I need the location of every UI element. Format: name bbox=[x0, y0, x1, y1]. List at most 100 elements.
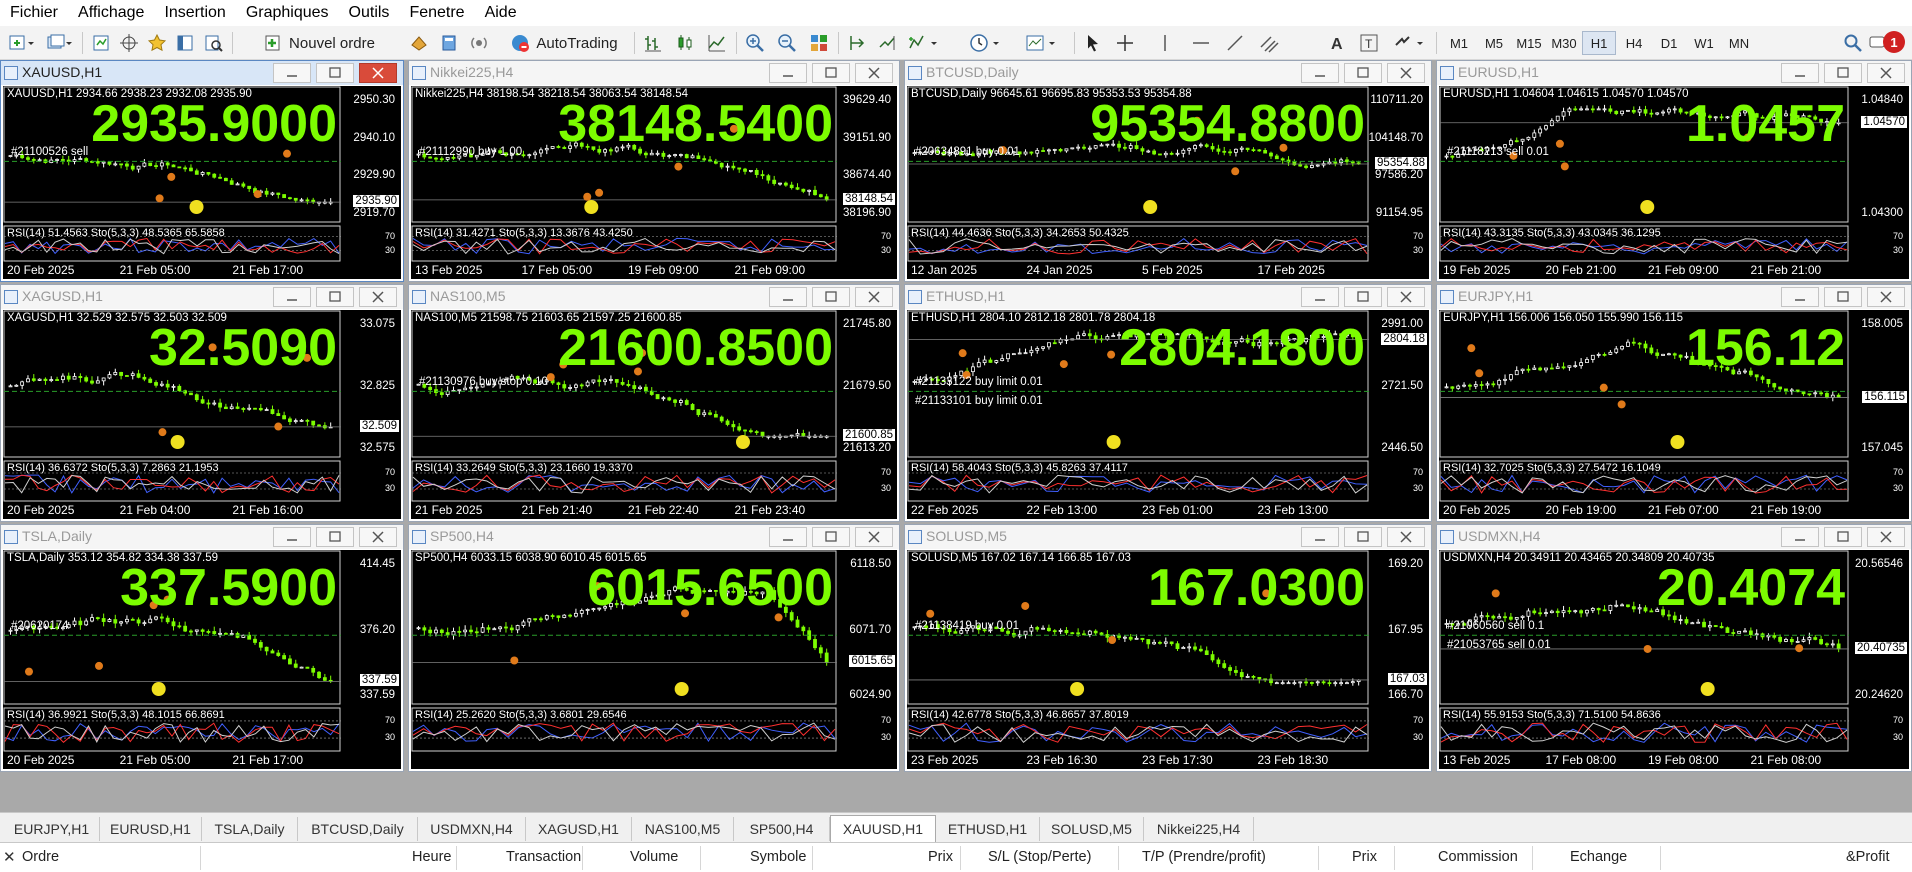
maximize-button[interactable] bbox=[812, 63, 850, 83]
terminal-column-header[interactable]: T/P (Prendre/profit) bbox=[1142, 849, 1266, 865]
close-terminal-icon[interactable]: ✕ bbox=[3, 848, 16, 866]
bar-chart-icon[interactable] bbox=[640, 30, 666, 56]
chart-window[interactable]: XAUUSD,H1 XAUUSD,H1 2934.66 2938.23 2932.… bbox=[0, 60, 404, 282]
minimize-button[interactable] bbox=[1301, 287, 1339, 307]
chart-canvas[interactable]: XAGUSD,H1 32.529 32.575 32.503 32.509 32.… bbox=[3, 310, 401, 519]
chart-canvas[interactable]: NAS100,M5 21598.75 21603.65 21597.25 216… bbox=[411, 310, 897, 519]
minimize-button[interactable] bbox=[1781, 63, 1819, 83]
chart-tab[interactable]: NAS100,M5 bbox=[632, 817, 734, 841]
periods-icon[interactable] bbox=[966, 30, 1006, 56]
maximize-button[interactable] bbox=[316, 63, 354, 83]
text-icon[interactable]: A bbox=[1324, 30, 1350, 56]
horizontal-line-icon[interactable] bbox=[1188, 30, 1214, 56]
zoom-in-icon[interactable] bbox=[742, 30, 768, 56]
maximize-button[interactable] bbox=[1824, 527, 1862, 547]
maximize-button[interactable] bbox=[1344, 287, 1382, 307]
tile-windows-icon[interactable] bbox=[806, 30, 832, 56]
timeframe-mn[interactable]: MN bbox=[1722, 31, 1756, 55]
timeframe-h4[interactable]: H4 bbox=[1617, 31, 1651, 55]
channel-icon[interactable] bbox=[1256, 30, 1282, 56]
autoscroll-icon[interactable] bbox=[874, 30, 900, 56]
chart-tab[interactable]: SP500,H4 bbox=[734, 817, 830, 841]
maximize-button[interactable] bbox=[1344, 527, 1382, 547]
chart-window[interactable]: SP500,H4 SP500,H4 6033.15 6038.90 6010.45… bbox=[408, 524, 900, 772]
timeframe-m5[interactable]: M5 bbox=[1477, 31, 1511, 55]
chart-tab[interactable]: ETHUSD,H1 bbox=[936, 817, 1040, 841]
minimize-button[interactable] bbox=[1301, 527, 1339, 547]
autotrading-button[interactable]: AutoTrading bbox=[506, 30, 622, 56]
close-button[interactable] bbox=[1387, 287, 1425, 307]
chart-tab[interactable]: EURUSD,H1 bbox=[100, 817, 202, 841]
chart-window[interactable]: USDMXN,H4 USDMXN,H4 20.34911 20.43465 20.… bbox=[1436, 524, 1912, 772]
timeframe-m30[interactable]: M30 bbox=[1547, 31, 1581, 55]
close-button[interactable] bbox=[855, 527, 893, 547]
chart-tab[interactable]: EURJPY,H1 bbox=[4, 817, 100, 841]
navigator-icon[interactable] bbox=[144, 30, 170, 56]
menu-charts[interactable]: Graphiques bbox=[236, 4, 339, 22]
chart-canvas[interactable]: SP500,H4 6033.15 6038.90 6010.45 6015.65… bbox=[411, 550, 897, 769]
terminal-column-header[interactable]: Prix bbox=[1352, 849, 1377, 865]
chart-window[interactable]: EURJPY,H1 EURJPY,H1 156.006 156.050 155.9… bbox=[1436, 284, 1912, 522]
maximize-button[interactable] bbox=[316, 527, 354, 547]
chart-canvas[interactable]: EURUSD,H1 1.04604 1.04615 1.04570 1.0457… bbox=[1439, 86, 1909, 279]
chart-canvas[interactable]: BTCUSD,Daily 96645.61 96695.83 95353.53 … bbox=[907, 86, 1429, 279]
terminal-column-header[interactable]: Volume bbox=[630, 849, 678, 865]
chart-tab[interactable]: Nikkei225,H4 bbox=[1144, 817, 1254, 841]
timeframe-m15[interactable]: M15 bbox=[1512, 31, 1546, 55]
chart-window[interactable]: SOLUSD,M5 SOLUSD,M5 167.02 167.14 166.85 … bbox=[904, 524, 1432, 772]
chart-canvas[interactable]: USDMXN,H4 20.34911 20.43465 20.34809 20.… bbox=[1439, 550, 1909, 769]
minimize-button[interactable] bbox=[769, 527, 807, 547]
search-icon[interactable] bbox=[1840, 30, 1866, 56]
terminal-column-header[interactable]: Prix bbox=[928, 849, 953, 865]
terminal-column-header[interactable]: S/L (Stop/Perte) bbox=[988, 849, 1091, 865]
close-button[interactable] bbox=[1867, 527, 1905, 547]
menu-tools[interactable]: Outils bbox=[339, 4, 400, 22]
close-button[interactable] bbox=[855, 63, 893, 83]
maximize-button[interactable] bbox=[812, 527, 850, 547]
minimize-button[interactable] bbox=[273, 63, 311, 83]
chart-canvas[interactable]: Nikkei225,H4 38198.54 38218.54 38063.54 … bbox=[411, 86, 897, 279]
timeframe-h1[interactable]: H1 bbox=[1582, 31, 1616, 55]
vertical-line-icon[interactable] bbox=[1152, 30, 1178, 56]
profiles-icon[interactable] bbox=[42, 30, 76, 56]
chart-canvas[interactable]: TSLA,Daily 353.12 354.82 334.38 337.59 33… bbox=[3, 550, 401, 769]
menu-insert[interactable]: Insertion bbox=[154, 4, 235, 22]
chart-window[interactable]: ETHUSD,H1 ETHUSD,H1 2804.10 2812.18 2801.… bbox=[904, 284, 1432, 522]
crosshair-icon[interactable] bbox=[1112, 30, 1138, 56]
maximize-button[interactable] bbox=[812, 287, 850, 307]
menu-view[interactable]: Affichage bbox=[68, 4, 154, 22]
close-button[interactable] bbox=[1867, 63, 1905, 83]
chart-canvas[interactable]: EURJPY,H1 156.006 156.050 155.990 156.11… bbox=[1439, 310, 1909, 519]
close-button[interactable] bbox=[855, 287, 893, 307]
strategy-tester-icon[interactable] bbox=[200, 30, 226, 56]
maximize-button[interactable] bbox=[1824, 63, 1862, 83]
book-icon[interactable] bbox=[436, 30, 462, 56]
chart-tab[interactable]: TSLA,Daily bbox=[202, 817, 298, 841]
chart-tab[interactable]: XAGUSD,H1 bbox=[526, 817, 632, 841]
signals-icon[interactable] bbox=[466, 30, 492, 56]
chart-canvas[interactable]: SOLUSD,M5 167.02 167.14 166.85 167.03 167… bbox=[907, 550, 1429, 769]
maximize-button[interactable] bbox=[1344, 63, 1382, 83]
close-button[interactable] bbox=[1387, 527, 1425, 547]
menu-help[interactable]: Aide bbox=[475, 4, 527, 22]
zoom-out-icon[interactable] bbox=[774, 30, 800, 56]
chart-window[interactable]: XAGUSD,H1 XAGUSD,H1 32.529 32.575 32.503 … bbox=[0, 284, 404, 522]
minimize-button[interactable] bbox=[273, 287, 311, 307]
menu-window[interactable]: Fenetre bbox=[399, 4, 474, 22]
chart-window[interactable]: BTCUSD,Daily BTCUSD,Daily 96645.61 96695.… bbox=[904, 60, 1432, 282]
terminal-column-header[interactable]: Symbole bbox=[750, 849, 806, 865]
chart-shift-icon[interactable] bbox=[844, 30, 870, 56]
minimize-button[interactable] bbox=[769, 63, 807, 83]
close-button[interactable] bbox=[1387, 63, 1425, 83]
close-button[interactable] bbox=[359, 527, 397, 547]
text-label-icon[interactable]: T bbox=[1356, 30, 1382, 56]
maximize-button[interactable] bbox=[316, 287, 354, 307]
terminal-column-header[interactable]: Echange bbox=[1570, 849, 1627, 865]
timeframe-w1[interactable]: W1 bbox=[1687, 31, 1721, 55]
chart-tab[interactable]: SOLUSD,M5 bbox=[1040, 817, 1144, 841]
chart-tab[interactable]: USDMXN,H4 bbox=[418, 817, 526, 841]
crosshair-move-icon[interactable] bbox=[116, 30, 142, 56]
close-button[interactable] bbox=[359, 287, 397, 307]
chart-tab[interactable]: XAUUSD,H1 bbox=[830, 815, 936, 842]
minimize-button[interactable] bbox=[769, 287, 807, 307]
